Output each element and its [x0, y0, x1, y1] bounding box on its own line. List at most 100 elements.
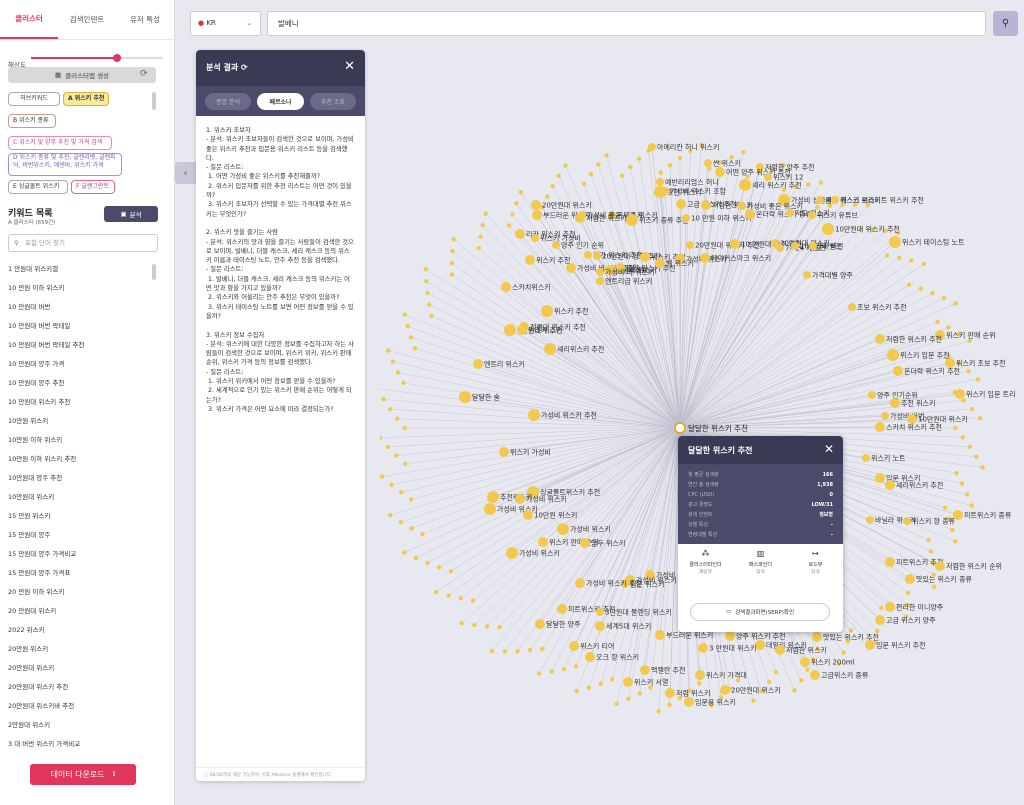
graph-node[interactable]: [569, 641, 579, 651]
graph-node[interactable]: [596, 277, 604, 285]
graph-node[interactable]: [473, 359, 483, 369]
graph-node[interactable]: [809, 242, 817, 250]
graph-node[interactable]: [386, 348, 391, 353]
graph-node[interactable]: [593, 252, 601, 260]
slider-handle[interactable]: [112, 54, 121, 62]
graph-node[interactable]: [619, 173, 625, 178]
keyword-item[interactable]: 10만원대 양주 추천: [0, 469, 160, 488]
graph-node[interactable]: [909, 258, 914, 263]
graph-node[interactable]: [557, 604, 567, 614]
graph-node[interactable]: [408, 497, 414, 502]
graph-node[interactable]: [885, 480, 895, 490]
graph-node[interactable]: [655, 630, 665, 640]
keyword-search-input[interactable]: ⚲ 포함 단어 찾기: [8, 234, 158, 252]
graph-node[interactable]: [484, 624, 490, 629]
graph-node[interactable]: [658, 170, 663, 175]
graph-node[interactable]: [549, 669, 554, 674]
graph-node[interactable]: [626, 696, 631, 702]
graph-node[interactable]: [514, 201, 519, 206]
graph-node[interactable]: [701, 200, 711, 210]
keyword-item[interactable]: 15 만원 위스키: [0, 507, 160, 526]
graph-node[interactable]: [637, 691, 642, 696]
graph-node[interactable]: [773, 670, 779, 675]
graph-node[interactable]: [935, 319, 940, 325]
chip-cluster-e[interactable]: E 싱글몰트 위스키: [8, 180, 68, 194]
chip-scrollbar[interactable]: [152, 92, 156, 110]
graph-node[interactable]: [408, 335, 414, 340]
graph-node[interactable]: [566, 263, 576, 273]
graph-node[interactable]: [967, 444, 973, 449]
graph-node[interactable]: [941, 295, 947, 301]
graph-node[interactable]: [604, 153, 609, 158]
graph-node[interactable]: [918, 286, 924, 291]
graph-node[interactable]: [510, 212, 515, 217]
graph-node[interactable]: [953, 425, 958, 431]
graph-node[interactable]: [398, 519, 404, 525]
graph-node[interactable]: [610, 677, 615, 682]
graph-node[interactable]: [561, 666, 567, 672]
graph-node[interactable]: [661, 187, 669, 195]
graph-node[interactable]: [584, 251, 592, 259]
graph-node[interactable]: [945, 358, 955, 368]
graph-node[interactable]: [506, 223, 512, 228]
graph-node[interactable]: [800, 657, 810, 667]
graph-node[interactable]: [875, 615, 885, 625]
graph-node[interactable]: [585, 652, 595, 662]
graph-node[interactable]: [476, 245, 481, 251]
graph-node[interactable]: [831, 196, 839, 204]
graph-node[interactable]: [961, 398, 966, 403]
tab-recommendation[interactable]: 추천 조회: [309, 92, 356, 110]
keyword-item[interactable]: 10만원 이하 위스키: [0, 431, 160, 450]
tab-search-intent[interactable]: 검색인텐트: [58, 0, 116, 39]
graph-node[interactable]: [889, 236, 901, 248]
graph-node[interactable]: [656, 709, 661, 714]
graph-node[interactable]: [812, 632, 822, 642]
graph-node[interactable]: [385, 444, 391, 450]
collapse-panel-button[interactable]: ‹: [175, 162, 196, 184]
graph-node[interactable]: [884, 253, 890, 258]
graph-node[interactable]: [525, 255, 535, 265]
graph-node[interactable]: [955, 389, 965, 399]
graph-node[interactable]: [504, 324, 516, 336]
graph-node[interactable]: [656, 178, 664, 186]
keyword-item[interactable]: 20만원대 위스키 추천: [0, 678, 160, 697]
graph-node[interactable]: [544, 343, 556, 355]
graph-node[interactable]: [865, 640, 875, 650]
graph-node[interactable]: [890, 398, 900, 408]
graph-node[interactable]: [640, 252, 650, 262]
graph-node[interactable]: [977, 416, 983, 421]
graph-node[interactable]: [905, 590, 911, 596]
graph-node[interactable]: [575, 578, 585, 588]
graph-node[interactable]: [903, 517, 911, 525]
keyword-item[interactable]: 20 만원대 위스키: [0, 602, 160, 621]
keyword-search-field[interactable]: 발베니: [267, 11, 986, 36]
graph-node[interactable]: [959, 481, 965, 486]
center-node[interactable]: [674, 422, 686, 434]
tab-overall-analysis[interactable]: 종합 분석: [205, 92, 252, 110]
graph-node[interactable]: [515, 229, 525, 239]
graph-node[interactable]: [751, 698, 756, 703]
graph-node[interactable]: [980, 465, 985, 470]
graph-node[interactable]: [623, 677, 633, 687]
analyze-button[interactable]: ▣ 분석: [104, 206, 158, 222]
graph-node[interactable]: [879, 605, 884, 611]
graph-node[interactable]: [964, 492, 970, 497]
graph-node[interactable]: [489, 648, 495, 654]
graph-node[interactable]: [399, 490, 404, 495]
graph-node[interactable]: [541, 305, 553, 317]
graph-node[interactable]: [950, 527, 955, 533]
graph-node[interactable]: [380, 474, 385, 479]
graph-node[interactable]: [741, 149, 746, 155]
graph-node[interactable]: [655, 258, 665, 268]
graph-node[interactable]: [969, 406, 975, 412]
graph-node[interactable]: [808, 211, 816, 219]
keyword-item[interactable]: 10 만원대 위스키 추천: [0, 393, 160, 412]
graph-node[interactable]: [921, 261, 926, 267]
graph-node[interactable]: [930, 290, 935, 296]
graph-node[interactable]: [739, 179, 751, 191]
graph-node[interactable]: [429, 313, 434, 318]
graph-node[interactable]: [544, 194, 550, 199]
graph-node[interactable]: [423, 266, 428, 272]
graph-node[interactable]: [704, 159, 712, 167]
graph-node[interactable]: [975, 377, 981, 382]
